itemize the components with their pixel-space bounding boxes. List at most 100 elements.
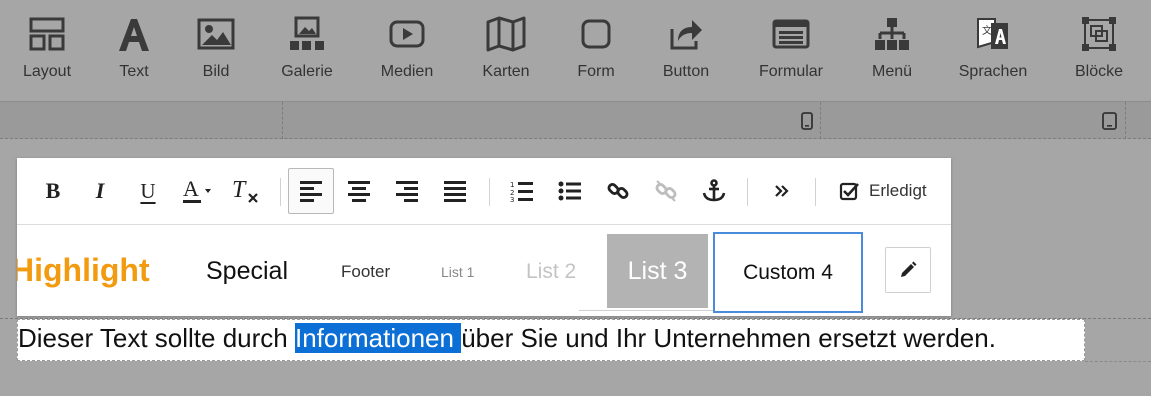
- clear-format-button[interactable]: T: [223, 168, 269, 214]
- breakpoint-guide: [282, 102, 283, 139]
- toolbar-layout[interactable]: Layout: [2, 14, 92, 86]
- bullet-list-button[interactable]: [547, 168, 593, 214]
- done-button[interactable]: Erledigt: [839, 178, 927, 204]
- svg-text:1: 1: [510, 181, 514, 189]
- editable-text-block[interactable]: Dieser Text sollte durch Informationen ü…: [17, 319, 1085, 361]
- text-editor-panel: B I U A T 123 Erledigt Highlight Special…: [17, 158, 951, 316]
- align-justify-icon: [444, 181, 466, 202]
- text-color-button[interactable]: A: [173, 168, 223, 214]
- remove-link-button[interactable]: [643, 168, 689, 214]
- align-left-icon: [300, 181, 322, 202]
- language-icon: 文: [976, 14, 1010, 54]
- anchor-icon: [702, 179, 726, 202]
- shape-icon: [581, 14, 611, 54]
- anchor-button[interactable]: [691, 168, 737, 214]
- section-guide: [1085, 361, 1151, 362]
- text-after-selection: über Sie und Ihr Unternehmen ersetzt wer…: [461, 323, 996, 353]
- style-list-1[interactable]: List 1: [441, 264, 474, 280]
- style-divider: [579, 310, 729, 311]
- numbered-list-icon: 123: [510, 181, 533, 202]
- underline-button[interactable]: U: [125, 168, 171, 214]
- mobile-device-icon[interactable]: [801, 112, 813, 135]
- breakpoint-guide: [1125, 102, 1126, 139]
- selected-text: Informationen: [294, 323, 462, 353]
- checkbox-checked-icon: [839, 182, 859, 201]
- style-custom-4-selected[interactable]: Custom 4: [713, 232, 863, 313]
- unlink-icon: [655, 180, 677, 202]
- bold-button[interactable]: B: [30, 168, 76, 214]
- device-breakpoint-strip: [0, 102, 1151, 139]
- edit-styles-button[interactable]: [885, 247, 931, 293]
- toolbar-gallery[interactable]: Galerie: [262, 14, 352, 86]
- double-chevron-right-icon: [775, 185, 789, 197]
- svg-text:A: A: [183, 177, 199, 201]
- toolbar-separator: [815, 178, 816, 206]
- toolbar-form[interactable]: Formular: [746, 14, 836, 86]
- style-footer[interactable]: Footer: [341, 262, 390, 282]
- toolbar-image[interactable]: Bild: [171, 14, 261, 86]
- toolbar-menu[interactable]: Menü: [847, 14, 937, 86]
- text-before-selection: Dieser Text sollte durch: [18, 323, 295, 353]
- paragraph-text[interactable]: Dieser Text sollte durch Informationen ü…: [18, 323, 996, 354]
- svg-text:文: 文: [982, 24, 992, 37]
- align-center-button[interactable]: [336, 168, 382, 214]
- svg-text:T: T: [232, 177, 247, 203]
- toolbar-label: Text: [119, 63, 149, 80]
- toolbar-label: Form: [577, 63, 615, 80]
- svg-text:3: 3: [510, 196, 514, 202]
- text-color-icon: A: [183, 177, 211, 203]
- toolbar-separator: [489, 178, 490, 206]
- tablet-device-icon[interactable]: [1102, 112, 1117, 135]
- toolbar-label: Medien: [380, 63, 434, 80]
- toolbar-languages[interactable]: 文 Sprachen: [948, 14, 1038, 86]
- toolbar-separator: [747, 178, 748, 206]
- toolbar-label: Formular: [758, 63, 823, 80]
- align-center-icon: [348, 181, 370, 202]
- insert-link-button[interactable]: [595, 168, 641, 214]
- pencil-icon: [901, 261, 917, 277]
- section-guide: [0, 138, 1151, 139]
- toolbar-label: Karten: [482, 63, 530, 80]
- italic-button[interactable]: I: [77, 168, 123, 214]
- bullet-list-icon: [558, 181, 581, 201]
- toolbar-label: Blöcke: [1074, 63, 1124, 80]
- done-label: Erledigt: [869, 181, 927, 200]
- button-icon: [668, 14, 704, 54]
- toolbar-maps[interactable]: Karten: [461, 14, 551, 86]
- toolbar-media[interactable]: Medien: [362, 14, 452, 86]
- toolbar-label: Menü: [871, 63, 913, 80]
- align-right-button[interactable]: [384, 168, 430, 214]
- style-special[interactable]: Special: [206, 257, 288, 286]
- link-icon: [607, 183, 629, 199]
- toolbar-label: Galerie: [281, 63, 333, 80]
- text-icon: [117, 14, 151, 54]
- toolbar-blocks[interactable]: Blöcke: [1054, 14, 1144, 86]
- toolbar-label: Layout: [22, 63, 72, 80]
- image-icon: [197, 14, 235, 54]
- align-right-icon: [396, 181, 418, 202]
- menu-icon: [874, 14, 910, 54]
- align-justify-button[interactable]: [432, 168, 478, 214]
- align-left-button[interactable]: [288, 168, 334, 214]
- layout-icon: [29, 14, 65, 54]
- blocks-icon: [1081, 14, 1117, 54]
- more-options-button[interactable]: [759, 168, 805, 214]
- style-list-3[interactable]: List 3: [607, 234, 708, 308]
- toolbar-button[interactable]: Button: [641, 14, 731, 86]
- toolbar-label: Bild: [202, 63, 230, 80]
- style-list-2[interactable]: List 2: [526, 260, 576, 284]
- italic-icon: I: [95, 178, 105, 203]
- clear-format-icon: T: [232, 177, 258, 203]
- form-icon: [772, 14, 810, 54]
- map-icon: [486, 14, 526, 54]
- text-style-picker: Highlight Special Footer List 1 List 2 L…: [17, 226, 951, 316]
- toolbar-separator: [280, 178, 281, 206]
- toolbar-text[interactable]: Text: [89, 14, 179, 86]
- toolbar-shape[interactable]: Form: [551, 14, 641, 86]
- media-icon: [389, 14, 425, 54]
- format-toolbar: B I U A T 123 Erledigt: [17, 158, 951, 225]
- toolbar-label: Button: [662, 63, 710, 80]
- numbered-list-button[interactable]: 123: [499, 168, 545, 214]
- style-highlight[interactable]: Highlight: [17, 252, 150, 289]
- breakpoint-guide: [820, 102, 821, 139]
